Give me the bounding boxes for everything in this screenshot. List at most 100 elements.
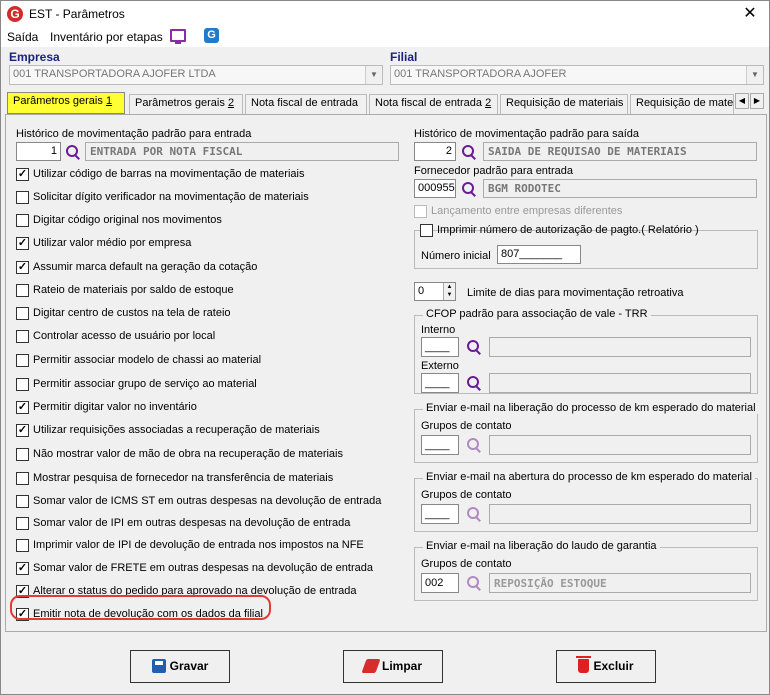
checkbox-box[interactable] <box>16 214 29 227</box>
search-icon[interactable] <box>466 339 482 355</box>
email1-title: Enviar e-mail na liberação do processo d… <box>423 402 759 414</box>
menu-inventario[interactable]: Inventário por etapas <box>50 30 163 44</box>
email1-group: Enviar e-mail na liberação do processo d… <box>414 402 759 463</box>
email2-grupos-label: Grupos de contato <box>421 489 512 501</box>
email2-grupo-desc <box>489 504 751 524</box>
monitor-icon[interactable] <box>170 29 186 44</box>
imprimir-label: Imprimir número de autorização de pagto.… <box>437 224 699 236</box>
checkmark-icon[interactable]: ✓ <box>16 261 29 274</box>
checkbox-box[interactable] <box>420 224 433 237</box>
tab-nota-fiscal-entrada-2[interactable]: Nota fiscal de entrada 2 <box>369 94 498 114</box>
cfop-group: CFOP padrão para associação de vale - TR… <box>414 308 758 394</box>
option-label: Assumir marca default na geração da cota… <box>33 261 258 273</box>
search-icon[interactable] <box>466 506 482 522</box>
checkmark-icon[interactable]: ✓ <box>16 237 29 250</box>
spinner-arrows-icon[interactable]: ▲ ▼ <box>443 283 455 300</box>
imprimir-checkbox[interactable]: Imprimir número de autorização de pagto.… <box>420 223 699 239</box>
checkbox-box[interactable] <box>16 284 29 297</box>
limite-dias-value: 0 <box>418 285 425 297</box>
chevron-down-icon[interactable]: ▼ <box>365 66 382 84</box>
checkbox-box[interactable] <box>16 191 29 204</box>
email3-title: Enviar e-mail na liberação do laudo de g… <box>423 540 660 552</box>
email2-title: Enviar e-mail na abertura do processo de… <box>423 471 755 483</box>
tab-nota-fiscal-entrada[interactable]: Nota fiscal de entrada <box>245 94 367 114</box>
checkmark-icon[interactable]: ✓ <box>16 424 29 437</box>
menu-saida[interactable]: Saída <box>7 30 38 44</box>
email3-grupo-desc: REPOSIÇÃO ESTOQUE <box>489 573 751 593</box>
option-label: Digitar centro de custos na tela de rate… <box>33 307 231 319</box>
search-icon[interactable] <box>461 181 477 197</box>
search-icon[interactable] <box>466 437 482 453</box>
tab-requisicao-materiais[interactable]: Requisição de materiais <box>500 94 628 114</box>
excluir-label: Excluir <box>593 659 634 673</box>
close-button[interactable]: ✕ <box>739 4 761 24</box>
email1-grupo-input[interactable]: ____ <box>421 435 459 455</box>
limpar-label: Limpar <box>381 659 422 673</box>
filial-label: Filial <box>390 50 418 64</box>
checkbox-box[interactable] <box>16 539 29 552</box>
hist-saida-label: Histórico de movimentação padrão para sa… <box>414 128 640 140</box>
tab-scroll-right-icon[interactable]: ▶ <box>750 93 764 109</box>
checkbox-box[interactable] <box>16 448 29 461</box>
hist-entrada-code-input[interactable]: 1 <box>16 142 61 161</box>
eraser-icon <box>361 659 381 673</box>
checkbox-box[interactable] <box>16 354 29 367</box>
interno-input[interactable]: ____ <box>421 337 459 357</box>
limite-dias-stepper[interactable]: 0 ▲ ▼ <box>414 282 456 301</box>
checkmark-icon[interactable]: ✓ <box>16 562 29 575</box>
chevron-down-icon[interactable]: ▼ <box>746 66 763 84</box>
window-title: EST - Parâmetros <box>29 7 125 21</box>
filial-value: 001 TRANSPORTADORA AJOFER <box>394 68 567 80</box>
save-icon <box>151 659 166 673</box>
option-label: Digitar código original nos movimentos <box>33 214 222 226</box>
checkbox-box[interactable] <box>16 517 29 530</box>
option-label: Somar valor de ICMS ST em outras despesa… <box>33 495 382 507</box>
search-icon[interactable] <box>461 144 477 160</box>
tab-parametros-gerais-1[interactable]: Parâmetros gerais 1 <box>7 92 125 114</box>
numero-inicial-input[interactable]: 807_______ <box>497 245 581 264</box>
option-label: Mostrar pesquisa de fornecedor na transf… <box>33 472 334 484</box>
search-icon[interactable] <box>466 375 482 391</box>
filial-select[interactable]: 001 TRANSPORTADORA AJOFER ▼ <box>390 65 764 85</box>
email2-grupo-input[interactable]: ____ <box>421 504 459 524</box>
tab-requisicao-materiais-2[interactable]: Requisição de materi <box>630 94 734 114</box>
hist-saida-code-input[interactable]: 2 <box>414 142 456 161</box>
checkbox-box[interactable] <box>414 205 427 218</box>
checkmark-icon[interactable]: ✓ <box>16 168 29 181</box>
option-label: Solicitar dígito verificador na moviment… <box>33 191 309 203</box>
fornecedor-label: Fornecedor padrão para entrada <box>414 165 573 177</box>
checkbox-box[interactable] <box>16 307 29 320</box>
fornecedor-code-input[interactable]: 000955 <box>414 179 456 198</box>
app-logo-icon: G <box>7 6 23 22</box>
checkbox-box[interactable] <box>16 472 29 485</box>
search-icon[interactable] <box>65 144 81 160</box>
option-label: Permitir digitar valor no inventário <box>33 401 197 413</box>
gravar-button[interactable]: Gravar <box>130 650 230 683</box>
interno-desc <box>489 337 751 357</box>
limpar-button[interactable]: Limpar <box>343 650 443 683</box>
email3-grupo-input[interactable]: 002 <box>421 573 459 593</box>
main-window: G EST - Parâmetros ✕ Saída Inventário po… <box>0 0 770 695</box>
option-label: Controlar acesso de usuário por local <box>33 330 216 342</box>
option-label: Permitir associar grupo de serviço ao ma… <box>33 378 257 390</box>
empresa-select[interactable]: 001 TRANSPORTADORA AJOFER LTDA ▼ <box>9 65 383 85</box>
option-label: Somar valor de FRETE em outras despesas … <box>33 562 373 574</box>
menu-bar: Saída Inventário por etapas G <box>1 27 769 47</box>
checkbox-box[interactable] <box>16 495 29 508</box>
hist-entrada-desc: ENTRADA POR NOTA FISCAL <box>85 142 399 161</box>
checkbox-box[interactable] <box>16 378 29 391</box>
excluir-button[interactable]: Excluir <box>556 650 656 683</box>
checkbox-box[interactable] <box>16 330 29 343</box>
tab-panel: Histórico de movimentação padrão para en… <box>5 114 767 632</box>
g-logo-icon[interactable]: G <box>204 28 219 43</box>
checkmark-icon[interactable]: ✓ <box>16 401 29 414</box>
email1-grupos-label: Grupos de contato <box>421 420 512 432</box>
trash-icon <box>576 656 592 673</box>
tab-scroll-left-icon[interactable]: ◀ <box>735 93 749 109</box>
option-label: Rateio de materiais por saldo de estoque <box>33 284 234 296</box>
search-icon[interactable] <box>466 575 482 591</box>
externo-input[interactable]: ____ <box>421 373 459 393</box>
option-label: Utilizar valor médio por empresa <box>33 237 192 249</box>
tab-parametros-gerais-2[interactable]: Parâmetros gerais 2 <box>129 94 243 114</box>
option-label: Permitir associar modelo de chassi ao ma… <box>33 354 262 366</box>
